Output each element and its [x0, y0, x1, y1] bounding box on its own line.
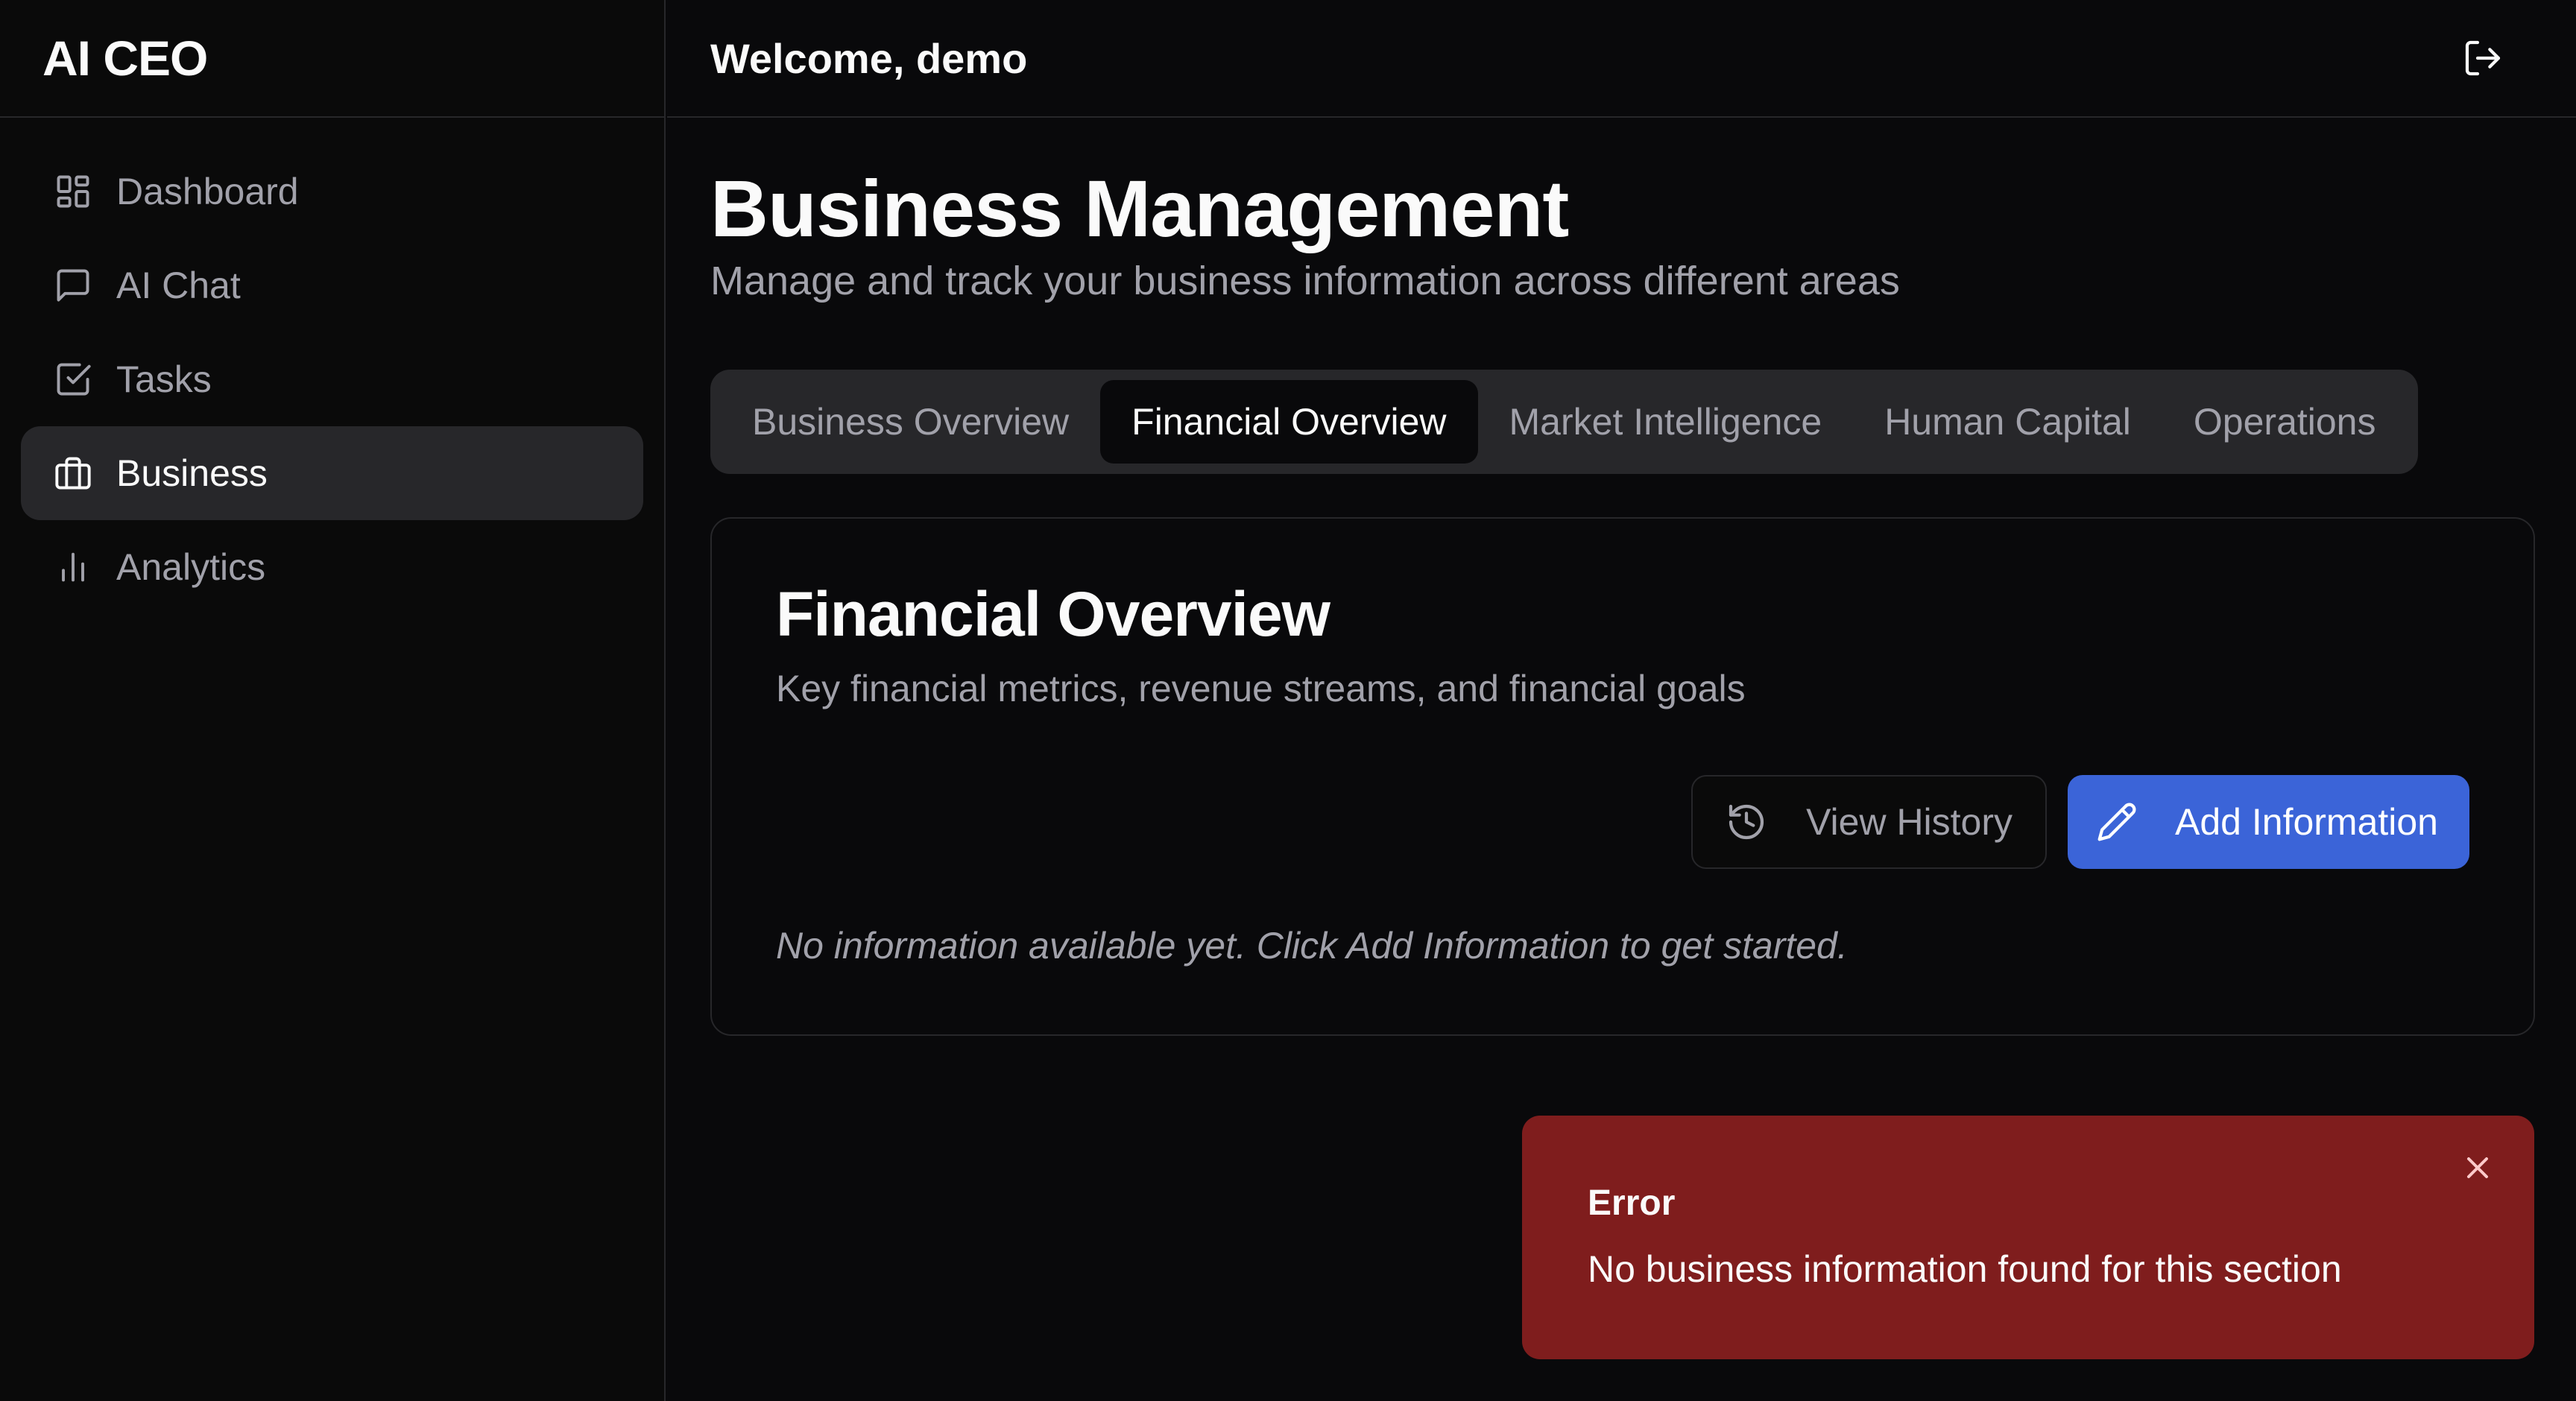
sidebar-item-label: Dashboard [116, 171, 299, 212]
sidebar-item-label: Business [116, 452, 268, 494]
message-square-icon [57, 269, 89, 302]
add-information-label: Add Information [2175, 801, 2438, 844]
sidebar-nav: Dashboard AI Chat Tasks Business Analyti… [0, 118, 664, 614]
card-description: Key financial metrics, revenue streams, … [776, 668, 1746, 710]
tab-market-intelligence[interactable]: Market Intelligence [1478, 380, 1854, 464]
sidebar-item-tasks[interactable]: Tasks [21, 332, 643, 426]
main-content: Business Management Manage and track you… [710, 118, 2535, 1037]
sidebar-item-label: Analytics [116, 546, 266, 588]
log-out-icon [2465, 40, 2501, 76]
bar-chart-icon [62, 552, 84, 582]
empty-state-message: No information available yet. Click Add … [776, 925, 1848, 967]
tab-list: Business Overview Financial Overview Mar… [710, 370, 2418, 475]
toast-title: Error [1588, 1183, 1676, 1223]
welcome-text: Welcome, demo [710, 34, 1028, 82]
briefcase-icon [55, 457, 91, 490]
brand-bar: AI CEO [0, 0, 664, 118]
sidebar-item-analytics[interactable]: Analytics [21, 520, 643, 614]
sidebar: AI CEO Dashboard AI Chat Tasks Business … [0, 0, 666, 1401]
check-square-icon [57, 363, 91, 396]
financial-overview-card: Financial Overview Key financial metrics… [710, 517, 2535, 1037]
view-history-button[interactable]: View History [1691, 775, 2048, 870]
card-actions: View History Add Information [1691, 775, 2469, 870]
tab-financial-overview[interactable]: Financial Overview [1100, 380, 1478, 464]
app-logo-text: AI CEO [42, 31, 208, 86]
top-bar: Welcome, demo [667, 0, 2576, 118]
close-icon [2467, 1157, 2488, 1178]
page-subtitle: Manage and track your business informati… [710, 259, 1900, 304]
tab-business-overview[interactable]: Business Overview [721, 380, 1100, 464]
toast-message: No business information found for this s… [1588, 1248, 2342, 1290]
sidebar-item-label: Tasks [116, 358, 212, 400]
view-history-label: View History [1806, 801, 2013, 844]
sidebar-item-business[interactable]: Business [21, 426, 643, 520]
card-title: Financial Overview [776, 579, 1330, 650]
app-root: AI CEO Dashboard AI Chat Tasks Business … [0, 0, 2576, 1401]
page-title: Business Management [710, 163, 1569, 253]
pencil-icon [2097, 803, 2136, 841]
layout-dashboard-icon [57, 175, 89, 208]
sidebar-item-ai-chat[interactable]: AI Chat [21, 238, 643, 332]
history-icon [1729, 805, 1764, 840]
toast-close-button[interactable] [2457, 1147, 2498, 1189]
error-toast: Error No business information found for … [1522, 1116, 2534, 1359]
tab-human-capital[interactable]: Human Capital [1853, 380, 2162, 464]
sidebar-item-label: AI Chat [116, 265, 241, 306]
logout-button[interactable] [2457, 32, 2509, 84]
sidebar-item-dashboard[interactable]: Dashboard [21, 145, 643, 238]
add-information-button[interactable]: Add Information [2068, 775, 2469, 870]
tab-operations[interactable]: Operations [2162, 380, 2408, 464]
